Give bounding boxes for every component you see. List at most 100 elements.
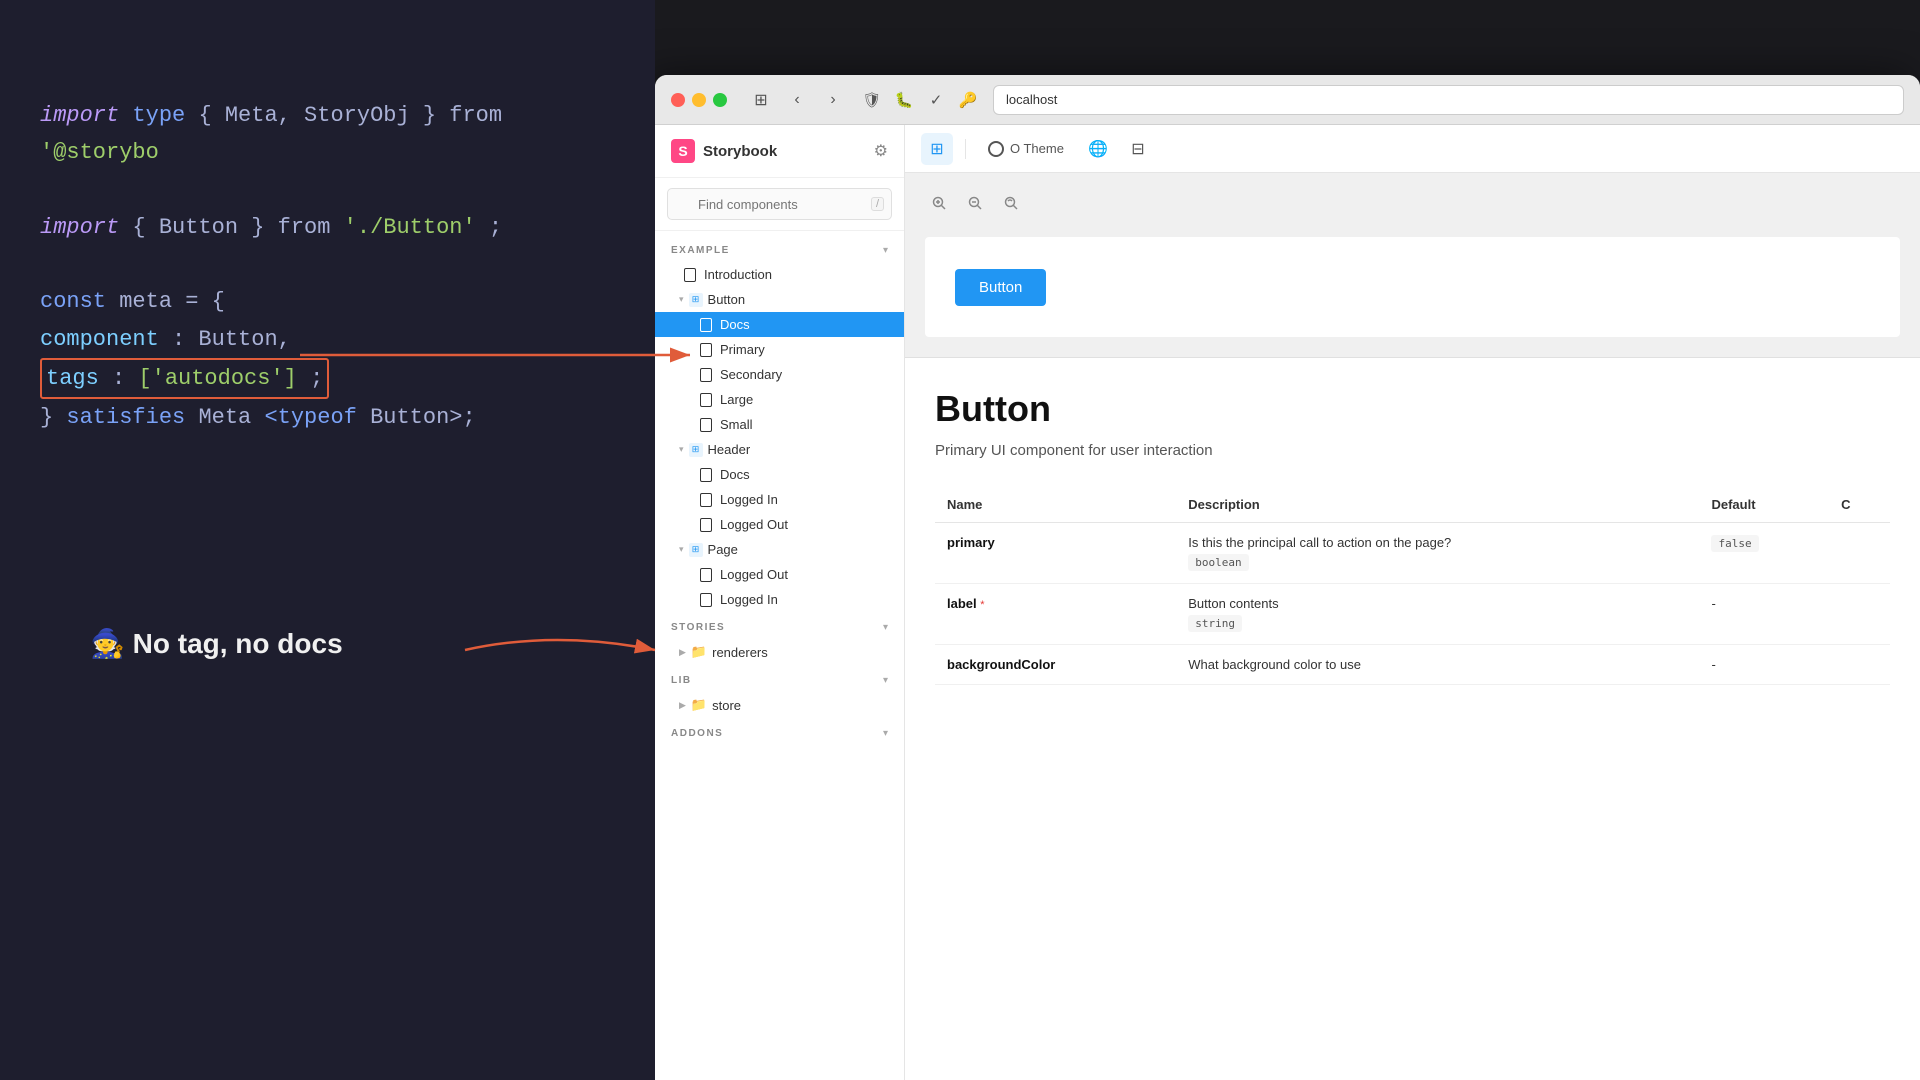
no-tag-annotation: 🧙 No tag, no docs	[90, 627, 343, 660]
section-stories-chevron: ▾	[883, 622, 888, 633]
section-example-chevron: ▾	[883, 245, 888, 256]
table-row: label * Button contents string -	[935, 584, 1890, 645]
group-icon-header: ⊞	[689, 443, 703, 457]
sidebar-label-button-docs: Docs	[720, 317, 750, 332]
sidebar-label-button-secondary: Secondary	[720, 367, 782, 382]
props-table: Name Description Default C primary	[935, 487, 1890, 685]
zoom-out-icon	[968, 196, 982, 210]
sidebar-item-page-logged-in[interactable]: Logged In	[655, 587, 904, 612]
folder-icon-renderers: 📁	[691, 644, 707, 660]
sidebar-item-button-large[interactable]: Large	[655, 387, 904, 412]
toolbar-theme-btn[interactable]: O Theme	[978, 137, 1074, 161]
storybook-logo-icon: S	[671, 139, 695, 163]
sidebar-label-page: Page	[708, 542, 738, 557]
storybook-title: Storybook	[703, 143, 777, 160]
prop-name-bgcolor: backgroundColor	[935, 645, 1176, 685]
props-col-default: Default	[1699, 487, 1829, 523]
folder-icon-store: 📁	[691, 697, 707, 713]
window-layout-btn[interactable]: ⊞	[747, 86, 775, 114]
story-icon-header-logged-out	[699, 518, 713, 532]
search-wrap: 🔍 /	[667, 188, 892, 220]
key-icon: 🔑	[955, 87, 981, 113]
sidebar-item-introduction[interactable]: Introduction	[655, 262, 904, 287]
sidebar-group-page[interactable]: ▾ ⊞ Page	[655, 537, 904, 562]
story-icon-page-logged-out	[699, 568, 713, 582]
sidebar-label-button-large: Large	[720, 392, 753, 407]
prop-control-primary	[1829, 523, 1890, 584]
prop-desc-primary: Is this the principal call to action on …	[1176, 523, 1699, 584]
section-example-header[interactable]: EXAMPLE ▾	[655, 239, 904, 262]
toolbar-globe-btn[interactable]: 🌐	[1082, 133, 1114, 165]
group-arrow-header: ▾	[679, 444, 684, 455]
props-col-control: C	[1829, 487, 1890, 523]
sidebar-search-area: 🔍 /	[655, 178, 904, 231]
prop-desc-bgcolor: What background color to use	[1176, 645, 1699, 685]
sidebar-item-button-small[interactable]: Small	[655, 412, 904, 437]
close-button-tl[interactable]	[671, 93, 685, 107]
zoom-reset-btn[interactable]	[997, 189, 1025, 217]
code-line-import-button: import { Button } from './Button' ;	[40, 209, 615, 246]
doc-icon	[683, 268, 697, 282]
sidebar-label-button-primary: Primary	[720, 342, 765, 357]
sidebar-group-button[interactable]: ▾ ⊞ Button	[655, 287, 904, 312]
shield-icon: 🛡	[859, 87, 885, 113]
sidebar-item-page-logged-out[interactable]: Logged Out	[655, 562, 904, 587]
code-line-import-type: import type { Meta, StoryObj } from '@st…	[40, 97, 615, 172]
docs-title: Button	[935, 388, 1890, 430]
zoom-in-icon	[932, 196, 946, 210]
store-arrow: ▶	[679, 700, 686, 711]
section-addons-chevron: ▾	[883, 728, 888, 739]
settings-gear-icon[interactable]: ⚙	[874, 141, 888, 161]
sidebar-item-renderers[interactable]: ▶ 📁 renderers	[655, 639, 904, 665]
required-badge: *	[980, 599, 984, 611]
demo-button[interactable]: Button	[955, 269, 1046, 306]
section-lib-header[interactable]: LIB ▾	[655, 669, 904, 692]
prop-default-primary: false	[1699, 523, 1829, 584]
story-icon-small	[699, 418, 713, 432]
sidebar-header: S Storybook ⚙	[655, 125, 904, 178]
code-line-const: const meta = {	[40, 283, 615, 320]
sidebar-label-renderers: renderers	[712, 645, 768, 660]
section-stories-header[interactable]: STORIES ▾	[655, 616, 904, 639]
sidebar-label-page-logged-out: Logged Out	[720, 567, 788, 582]
prop-control-bgcolor	[1829, 645, 1890, 685]
section-addons: ADDONS ▾	[655, 722, 904, 745]
forward-btn[interactable]: ›	[819, 86, 847, 114]
story-icon-page-logged-in	[699, 593, 713, 607]
back-btn[interactable]: ‹	[783, 86, 811, 114]
sidebar-label-button: Button	[708, 292, 746, 307]
canvas-area: Button	[905, 217, 1920, 358]
zoom-in-btn[interactable]	[925, 189, 953, 217]
sidebar-item-header-logged-out[interactable]: Logged Out	[655, 512, 904, 537]
address-bar[interactable]: localhost	[993, 85, 1904, 115]
sidebar-item-header-docs[interactable]: Docs	[655, 462, 904, 487]
docs-description: Primary UI component for user interactio…	[935, 442, 1890, 459]
prop-desc-label: Button contents string	[1176, 584, 1699, 645]
annotation-arrow-tags	[290, 330, 710, 380]
prop-control-label	[1829, 584, 1890, 645]
toolbar-layout-btn[interactable]: ⊟	[1122, 133, 1154, 165]
browser-nav-controls: ⊞ ‹ ›	[747, 86, 847, 114]
minimize-button-tl[interactable]	[692, 93, 706, 107]
sidebar-item-store[interactable]: ▶ 📁 store	[655, 692, 904, 718]
sidebar-label-store: store	[712, 698, 741, 713]
group-icon-page: ⊞	[689, 543, 703, 557]
sidebar-item-header-logged-in[interactable]: Logged In	[655, 487, 904, 512]
maximize-button-tl[interactable]	[713, 93, 727, 107]
code-line-closing: } satisfies Meta <typeof Button>;	[40, 399, 615, 436]
section-example: EXAMPLE ▾ Introduction	[655, 239, 904, 612]
sidebar-label-introduction: Introduction	[704, 267, 772, 282]
prop-default-label: -	[1699, 584, 1829, 645]
sidebar-group-header[interactable]: ▾ ⊞ Header	[655, 437, 904, 462]
search-input[interactable]	[667, 188, 892, 220]
url-text: localhost	[1006, 92, 1057, 107]
props-col-name: Name	[935, 487, 1176, 523]
toolbar-grid-btn[interactable]: ⊞	[921, 133, 953, 165]
prop-name-primary: primary	[935, 523, 1176, 584]
browser-extension-icons: 🛡 🐛 ✓ 🔑	[859, 87, 981, 113]
zoom-out-btn[interactable]	[961, 189, 989, 217]
section-addons-header[interactable]: ADDONS ▾	[655, 722, 904, 745]
sidebar-label-page-logged-in: Logged In	[720, 592, 778, 607]
browser-chrome: ⊞ ‹ › 🛡 🐛 ✓ 🔑 localhost	[655, 75, 1920, 125]
annotation-arrow-no-tag	[455, 610, 685, 690]
